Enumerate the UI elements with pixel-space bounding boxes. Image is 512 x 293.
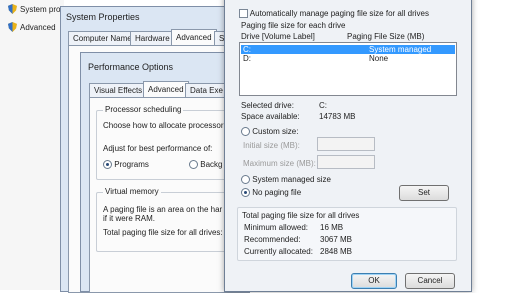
recommended-value: 3067 MB: [320, 235, 353, 244]
tab-advanced[interactable]: Advanced: [143, 81, 189, 98]
window-title: Performance Options: [88, 62, 174, 72]
selected-drive-label: Selected drive:: [241, 101, 294, 110]
performance-options-window: Performance Options Visual Effects Advan…: [80, 52, 232, 293]
currently-allocated-label: Currently allocated:: [244, 247, 313, 256]
drive-row[interactable]: D: None: [241, 54, 455, 63]
initial-size-field[interactable]: [317, 137, 375, 151]
recommended-label: Recommended:: [244, 235, 301, 244]
advanced-settings-link[interactable]: Advanced: [8, 22, 56, 32]
minimum-allowed-value: 16 MB: [320, 223, 344, 232]
maximum-size-label: Maximum size (MB):: [243, 159, 316, 168]
group-label: Processor scheduling: [103, 105, 184, 114]
option-label: Programs: [114, 160, 149, 169]
sidebar-label: Advanced: [20, 22, 56, 32]
description-line: if it were RAM.: [103, 214, 156, 223]
tab-computer-name[interactable]: Computer Name: [68, 31, 137, 45]
sidebar-label: System pro: [20, 4, 61, 14]
custom-size-option[interactable]: Custom size:: [241, 127, 299, 137]
tab-hardware[interactable]: Hardware: [130, 31, 175, 45]
explorer-sidebar: System pro Advanced: [0, 0, 64, 290]
checkbox-label: Automatically manage paging file size fo…: [249, 9, 429, 18]
drive-size: System managed: [369, 45, 432, 54]
system-managed-option[interactable]: System managed size: [241, 175, 331, 185]
virtual-memory-group: Virtual memory A paging file is an area …: [96, 187, 232, 252]
radio-unselected[interactable]: [241, 127, 250, 137]
space-available-label: Space available:: [241, 112, 300, 121]
radio-selected[interactable]: [241, 188, 250, 198]
column-header-size: Paging File Size (MB): [347, 32, 425, 41]
group-label: Virtual memory: [103, 187, 161, 196]
description-line: A paging file is an area on the har: [103, 205, 223, 214]
option-label: System managed size: [252, 175, 331, 184]
auto-manage-checkbox[interactable]: [239, 9, 248, 19]
currently-allocated-value: 2848 MB: [320, 247, 353, 256]
section-label: Paging file size for each drive: [241, 21, 346, 30]
no-paging-file-option[interactable]: No paging file: [241, 188, 302, 198]
cancel-button[interactable]: Cancel: [405, 273, 455, 289]
drive-letter: D:: [243, 54, 251, 63]
radio-unselected[interactable]: [241, 175, 250, 185]
ok-button[interactable]: OK: [351, 273, 397, 289]
drive-size: None: [369, 54, 389, 63]
tab-advanced[interactable]: Advanced: [171, 29, 217, 46]
auto-manage-option[interactable]: Automatically manage paging file size fo…: [239, 9, 429, 19]
window-title: System Properties: [66, 12, 140, 22]
drive-list[interactable]: C: System managed D: None: [239, 42, 457, 96]
radio-unselected[interactable]: [189, 160, 198, 170]
drive-letter: C:: [243, 45, 251, 54]
set-button[interactable]: Set: [399, 185, 449, 201]
processor-scheduling-group: Processor scheduling Choose how to alloc…: [96, 105, 232, 180]
option-label: Backg: [200, 160, 223, 169]
maximum-size-field[interactable]: [317, 155, 375, 169]
tab-panel: Processor scheduling Choose how to alloc…: [89, 97, 232, 293]
programs-option[interactable]: Programs: [103, 160, 149, 170]
drive-row[interactable]: C: System managed: [241, 45, 455, 54]
shield-icon: [8, 22, 17, 32]
column-header-drive: Drive [Volume Label]: [241, 32, 315, 41]
total-paging-label: Total paging file size for all drives:: [103, 228, 223, 237]
total-paging-group: Total paging file size for all drives Mi…: [237, 207, 457, 261]
tab-data-execution[interactable]: Data Exe: [185, 83, 228, 97]
system-protection-link[interactable]: System pro: [8, 4, 60, 14]
adjust-label: Adjust for best performance of:: [103, 144, 213, 153]
selected-drive-value: C:: [319, 101, 327, 110]
space-available-value: 14783 MB: [319, 112, 356, 121]
initial-size-label: Initial size (MB):: [243, 141, 300, 150]
description: Choose how to allocate processor: [103, 121, 224, 130]
minimum-allowed-label: Minimum allowed:: [244, 223, 309, 232]
group-label: Total paging file size for all drives: [242, 211, 360, 220]
tab-visual-effects[interactable]: Visual Effects: [89, 83, 148, 97]
virtual-memory-dialog: Automatically manage paging file size fo…: [224, 0, 472, 292]
option-label: No paging file: [252, 188, 302, 197]
radio-selected[interactable]: [103, 160, 112, 170]
shield-icon: [8, 4, 17, 14]
option-label: Custom size:: [252, 127, 299, 136]
background-services-option[interactable]: Backg: [189, 160, 223, 170]
